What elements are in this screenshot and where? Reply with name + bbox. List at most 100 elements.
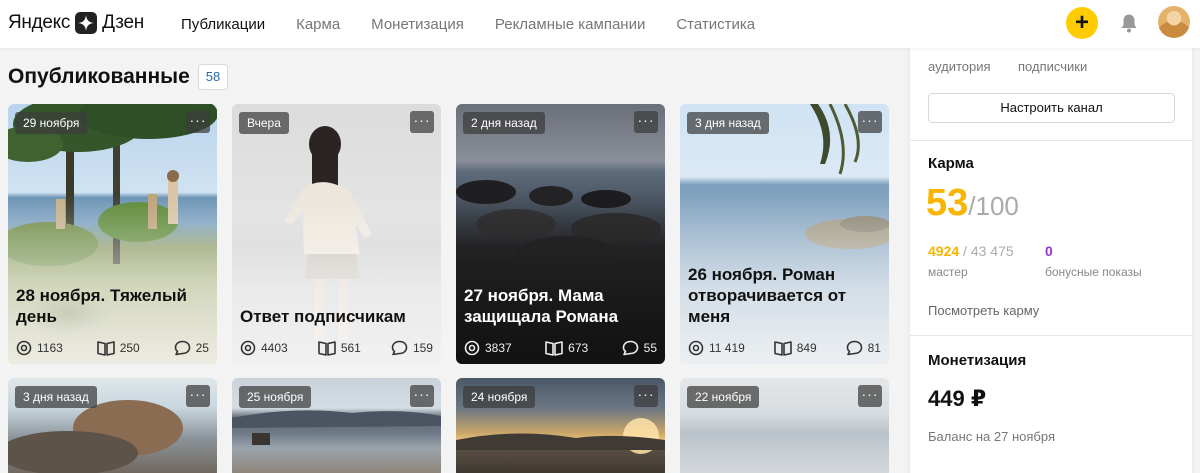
reads-count: 250 bbox=[119, 341, 140, 355]
comment-icon bbox=[846, 340, 862, 356]
karma-max: /100 bbox=[968, 191, 1019, 221]
audience-label: аудитория bbox=[928, 59, 991, 74]
card-date-badge: 29 ноября bbox=[15, 112, 88, 134]
card-date-badge: Вчера bbox=[239, 112, 289, 134]
subscribers-label: подписчики bbox=[1018, 59, 1088, 74]
karma-value: 53 bbox=[926, 182, 969, 224]
publications-count-badge: 58 bbox=[197, 64, 229, 90]
card-date-badge: 24 ноября bbox=[463, 386, 536, 408]
publication-card[interactable]: 25 ноября ··· bbox=[232, 378, 441, 473]
top-header: Яндекс Дзен Публикации Карма Монетизация… bbox=[0, 0, 1200, 48]
balance-amount: 449 ₽ bbox=[928, 386, 987, 411]
card-stats: 4403 561 159 bbox=[240, 340, 433, 356]
book-icon bbox=[96, 341, 115, 356]
publication-card[interactable]: 24 ноября ··· bbox=[456, 378, 665, 473]
zen-star-icon bbox=[75, 12, 98, 34]
bonus-label: бонусные показы bbox=[1045, 265, 1142, 279]
master-stat: 4924 / 43 475 bbox=[928, 243, 1014, 259]
yandex-zen-logo[interactable]: Яндекс Дзен bbox=[8, 11, 144, 35]
card-date-badge: 2 дня назад bbox=[463, 112, 545, 134]
eye-icon bbox=[464, 340, 480, 356]
nav-statistics[interactable]: Статистика bbox=[676, 16, 755, 33]
reads-stat: 849 bbox=[773, 340, 817, 356]
master-total: / 43 475 bbox=[959, 243, 1014, 259]
bell-icon bbox=[1121, 14, 1137, 33]
comments-stat: 159 bbox=[391, 340, 433, 356]
card-more-button[interactable]: ··· bbox=[186, 111, 210, 133]
karma-heading: Карма bbox=[928, 155, 974, 172]
master-label: мастер bbox=[928, 265, 968, 279]
book-icon bbox=[773, 341, 792, 356]
card-date-badge: 22 ноября bbox=[687, 386, 760, 408]
logo-zen-text: Дзен bbox=[102, 12, 144, 33]
book-icon bbox=[545, 341, 563, 356]
publication-card[interactable]: 2 дня назад ··· 27 ноября. Мама защищала… bbox=[456, 104, 665, 364]
card-more-button[interactable]: ··· bbox=[634, 111, 658, 133]
publication-card[interactable]: 29 ноября ··· 28 ноября. Тяжелый день 11… bbox=[8, 104, 217, 364]
card-stats: 1163 250 25 bbox=[16, 340, 209, 356]
book-icon bbox=[318, 341, 336, 356]
monetization-heading: Монетизация bbox=[928, 352, 1027, 369]
card-more-button[interactable]: ··· bbox=[634, 385, 658, 407]
card-more-button[interactable]: ··· bbox=[186, 385, 210, 407]
reads-count: 849 bbox=[796, 341, 817, 355]
nav-monetization[interactable]: Монетизация bbox=[371, 16, 464, 33]
views-stat: 11 419 bbox=[688, 340, 745, 356]
views-count: 4403 bbox=[261, 341, 288, 355]
publication-card[interactable]: 3 дня назад ··· bbox=[8, 378, 217, 473]
karma-score: 53/100 bbox=[926, 183, 1019, 226]
card-date-badge: 3 дня назад bbox=[15, 386, 97, 408]
reads-count: 673 bbox=[568, 341, 589, 355]
notifications-button[interactable] bbox=[1118, 12, 1140, 34]
card-more-button[interactable]: ··· bbox=[410, 385, 434, 407]
main-nav: Публикации Карма Монетизация Рекламные к… bbox=[181, 0, 755, 48]
setup-channel-button[interactable]: Настроить канал bbox=[928, 93, 1175, 123]
reads-stat: 561 bbox=[318, 340, 361, 356]
balance-date-label: Баланс на 27 ноября bbox=[928, 429, 1055, 444]
card-title: 28 ноября. Тяжелый день bbox=[16, 286, 187, 326]
reads-stat: 673 bbox=[545, 340, 588, 356]
eye-icon bbox=[16, 340, 32, 356]
card-stats: 3837 673 55 bbox=[464, 340, 657, 356]
card-more-button[interactable]: ··· bbox=[410, 111, 434, 133]
card-more-button[interactable]: ··· bbox=[858, 111, 882, 133]
bonus-value: 0 bbox=[1045, 243, 1053, 259]
comments-stat: 25 bbox=[174, 340, 209, 356]
views-count: 3837 bbox=[485, 341, 512, 355]
page-title: Опубликованные 58 bbox=[8, 64, 229, 90]
reads-count: 561 bbox=[340, 341, 361, 355]
publication-card[interactable]: 3 дня назад ··· 26 ноября. Роман отворач… bbox=[680, 104, 889, 364]
view-karma-link[interactable]: Посмотреть карму bbox=[928, 303, 1039, 318]
views-stat: 1163 bbox=[16, 340, 63, 356]
publication-card[interactable]: Вчера ··· Ответ подписчикам 4403 561 159 bbox=[232, 104, 441, 364]
comments-count: 81 bbox=[867, 341, 881, 355]
comment-icon bbox=[391, 340, 408, 356]
comments-stat: 81 bbox=[846, 340, 881, 356]
views-stat: 4403 bbox=[240, 340, 288, 356]
card-date-badge: 25 ноября bbox=[239, 386, 312, 408]
divider bbox=[910, 335, 1192, 336]
card-title: 27 ноября. Мама защищала Романа bbox=[464, 286, 619, 326]
divider bbox=[910, 140, 1192, 141]
card-title: 26 ноября. Роман отворачивается от меня bbox=[688, 265, 847, 326]
card-more-button[interactable]: ··· bbox=[858, 385, 882, 407]
views-count: 1163 bbox=[37, 341, 63, 355]
publication-card[interactable]: 22 ноября ··· bbox=[680, 378, 889, 473]
published-heading: Опубликованные bbox=[8, 65, 190, 88]
eye-icon bbox=[240, 340, 256, 356]
user-avatar[interactable] bbox=[1158, 6, 1190, 38]
create-publication-button[interactable]: + bbox=[1066, 7, 1098, 39]
nav-karma[interactable]: Карма bbox=[296, 16, 340, 33]
eye-icon bbox=[688, 340, 704, 356]
comments-count: 25 bbox=[195, 341, 209, 355]
nav-ad-campaigns[interactable]: Рекламные кампании bbox=[495, 16, 645, 33]
nav-publications[interactable]: Публикации bbox=[181, 16, 265, 33]
channel-sidebar: 27 79 аудитория 33 подписчики Настроить … bbox=[910, 40, 1192, 473]
plus-icon: + bbox=[1074, 9, 1089, 36]
comments-count: 55 bbox=[643, 341, 657, 355]
card-title: Ответ подписчикам bbox=[240, 307, 406, 326]
comments-stat: 55 bbox=[622, 340, 657, 356]
master-value: 4924 bbox=[928, 243, 960, 259]
comment-icon bbox=[174, 340, 190, 356]
comments-count: 159 bbox=[412, 341, 433, 355]
